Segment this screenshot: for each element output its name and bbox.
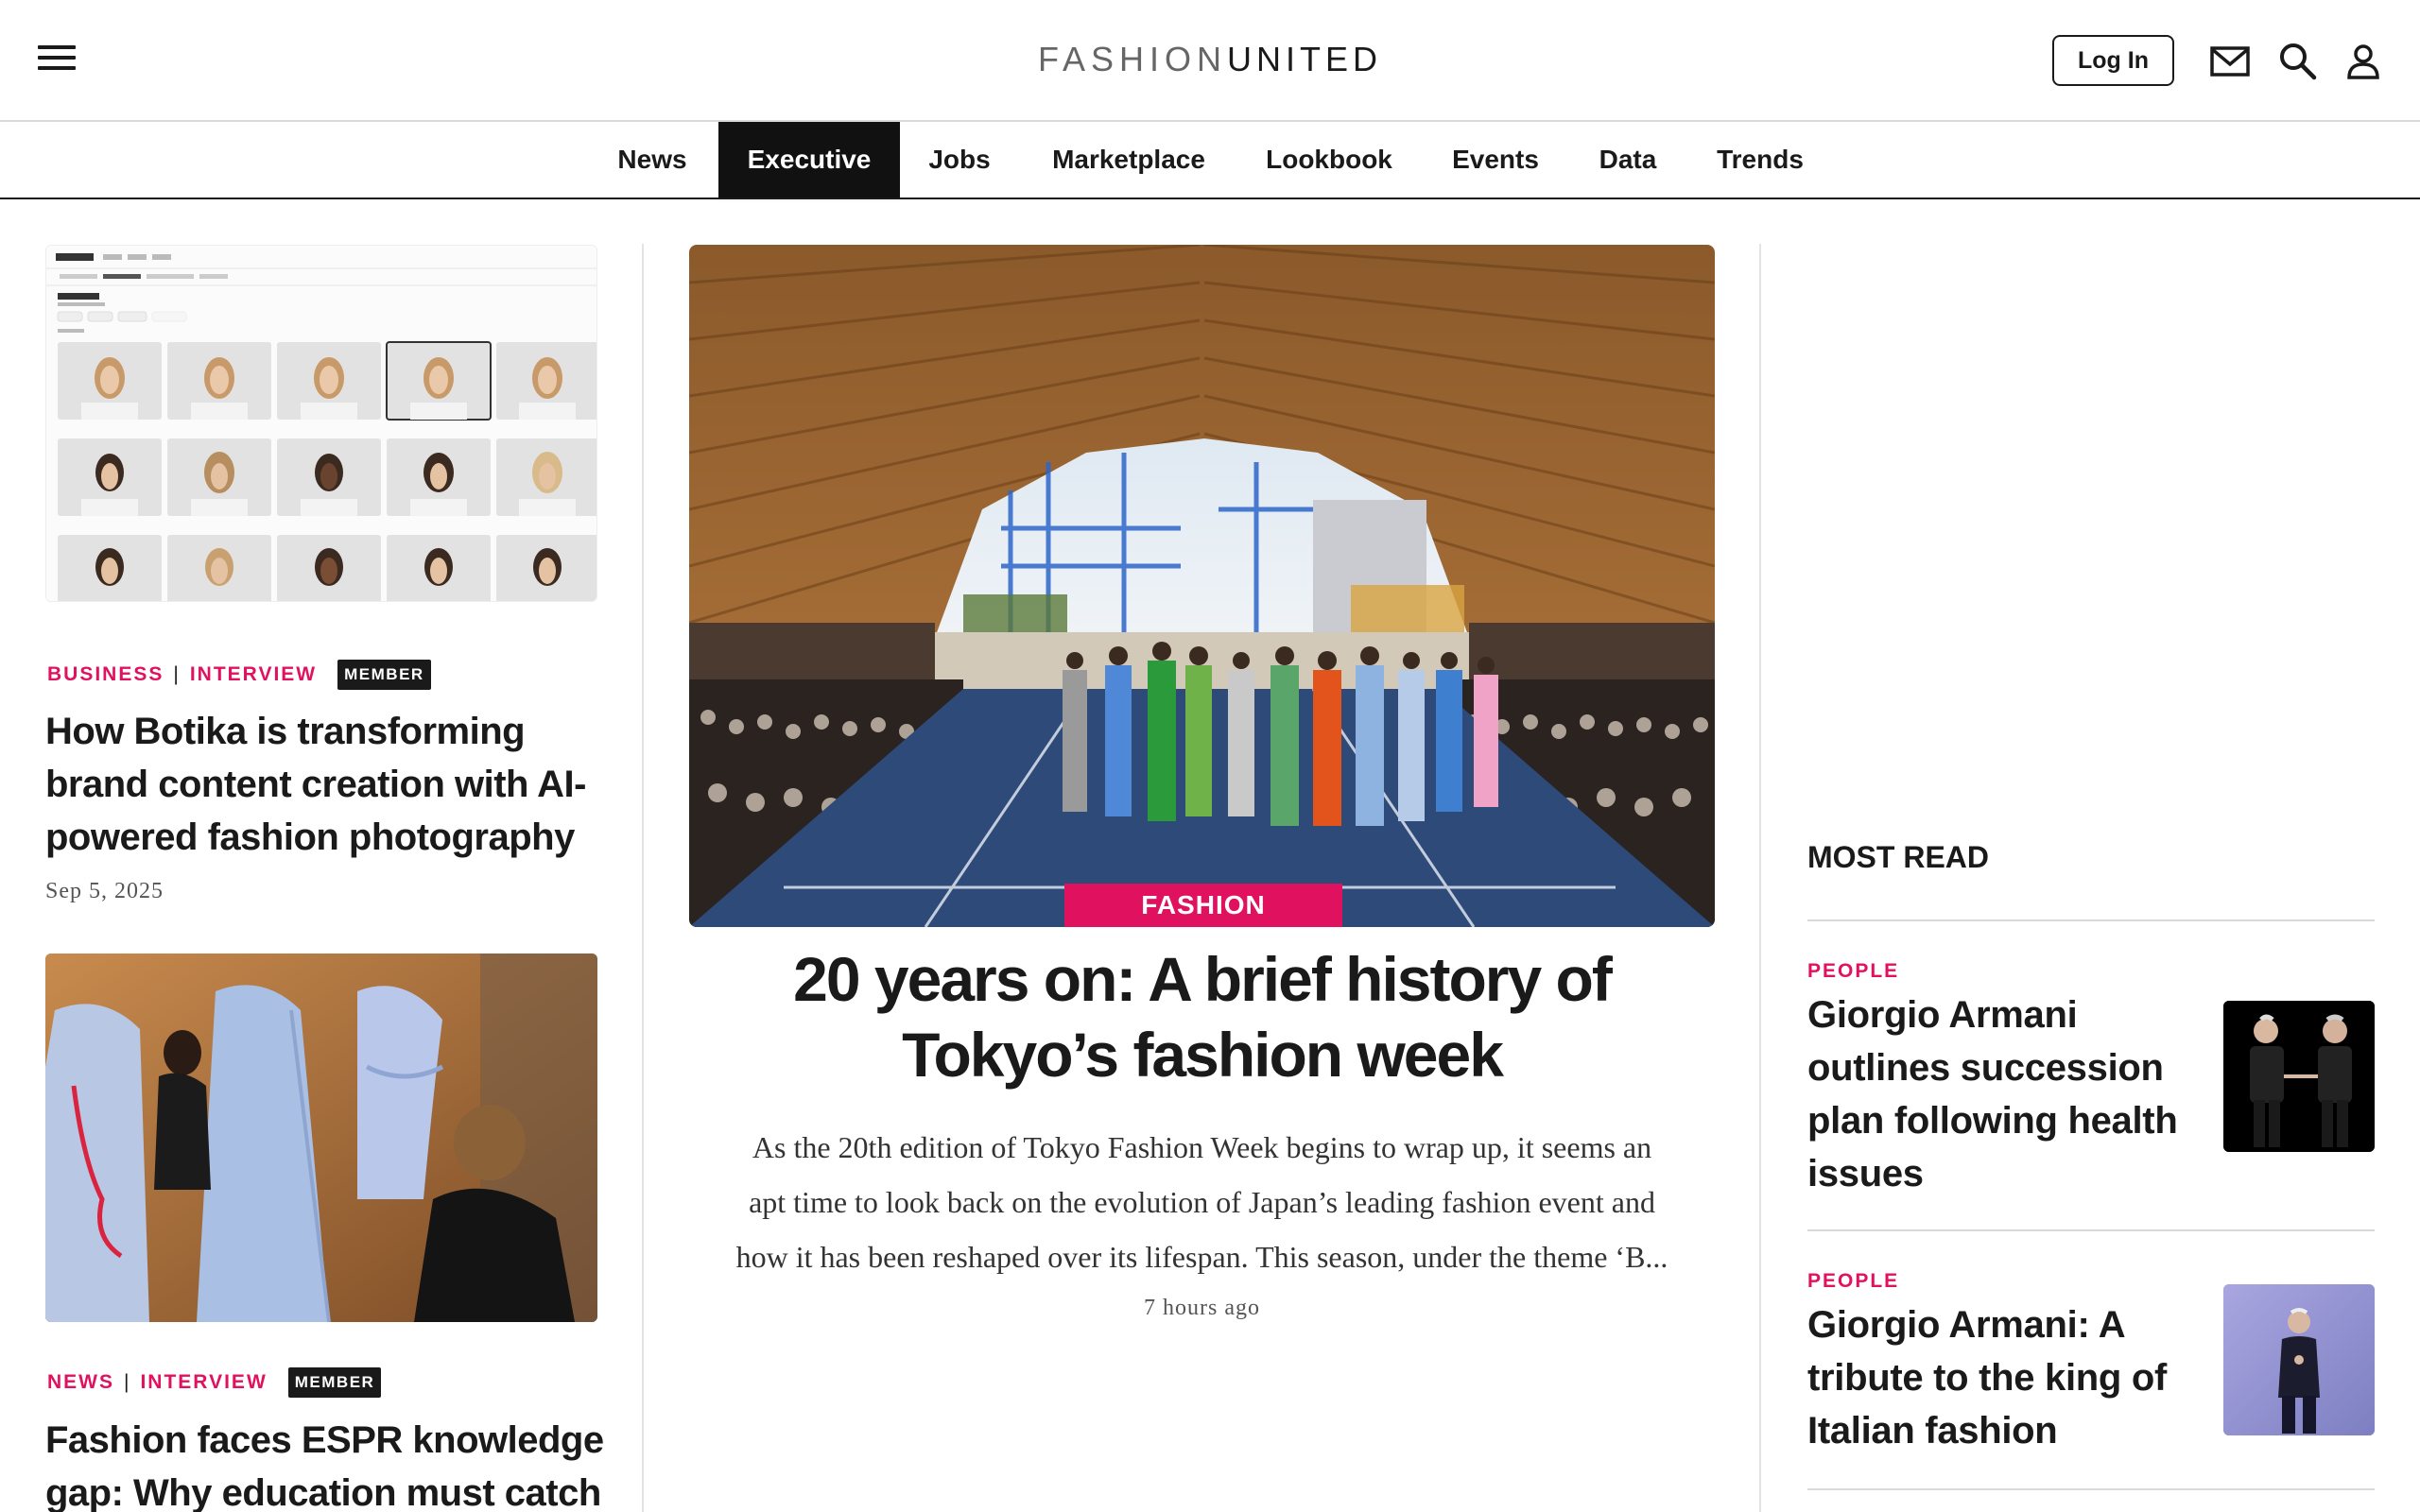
most-read-thumbnail[interactable] bbox=[2223, 1001, 2375, 1152]
title-line: Italian fashion bbox=[1807, 1410, 2058, 1452]
model-grid bbox=[58, 341, 596, 601]
nav-item-trends[interactable]: Trends bbox=[1702, 122, 1819, 198]
featured-article-title[interactable]: 20 years on: A brief history of Tokyo’s … bbox=[689, 941, 1715, 1092]
most-read-title-link[interactable]: Giorgio Armani outlines succession plan … bbox=[1807, 988, 2204, 1200]
logo-light-text: FASHION bbox=[1037, 40, 1228, 78]
nav-item-marketplace[interactable]: Marketplace bbox=[1040, 122, 1218, 198]
tag-separator: | bbox=[173, 663, 181, 685]
divider bbox=[1807, 1488, 2375, 1490]
member-badge: MEMBER bbox=[287, 1367, 382, 1398]
title-line: issues bbox=[1807, 1153, 1924, 1194]
title-line: tribute to the king of bbox=[1807, 1357, 2168, 1399]
site-header: FASHIONUNITED Log In bbox=[0, 0, 2420, 122]
armani-bowing-image bbox=[2223, 1001, 2375, 1152]
nav-item-events[interactable]: Events bbox=[1437, 122, 1554, 198]
category-link[interactable]: BUSINESS bbox=[47, 663, 164, 686]
most-read-category[interactable]: PEOPLE bbox=[1807, 1270, 1899, 1293]
title-line: Tokyo’s fashion week bbox=[902, 1020, 1504, 1090]
divider bbox=[1807, 1229, 2375, 1231]
title-line: powered fashion photography bbox=[45, 816, 575, 858]
search-icon[interactable] bbox=[2276, 40, 2320, 83]
category-link[interactable]: INTERVIEW bbox=[190, 663, 317, 686]
user-account-icon[interactable] bbox=[2342, 40, 2385, 83]
article-date: Sep 5, 2025 bbox=[45, 879, 164, 903]
botika-models-gallery-image bbox=[46, 246, 596, 601]
title-line: 20 years on: A brief history of bbox=[793, 944, 1613, 1014]
article-thumbnail-botika[interactable] bbox=[45, 245, 597, 602]
article-tags: NEWS | INTERVIEW MEMBER bbox=[47, 1367, 382, 1398]
title-line: brand content creation with AI- bbox=[45, 764, 586, 805]
title-line: plan following health bbox=[1807, 1100, 2178, 1142]
nav-item-data[interactable]: Data bbox=[1588, 122, 1668, 198]
featured-article-time: 7 hours ago bbox=[1144, 1296, 1260, 1320]
title-line: Giorgio Armani: A bbox=[1807, 1304, 2126, 1346]
excerpt-line: As the 20th edition of Tokyo Fashion Wee… bbox=[752, 1130, 1652, 1164]
article-tags: BUSINESS | INTERVIEW MEMBER bbox=[47, 660, 431, 690]
nav-item-news[interactable]: News bbox=[605, 122, 700, 198]
divider bbox=[1807, 919, 2375, 921]
excerpt-line: how it has been reshaped over its lifesp… bbox=[735, 1240, 1668, 1274]
most-read-title-link[interactable]: Giorgio Armani: A tribute to the king of… bbox=[1807, 1298, 2204, 1457]
article-title-link[interactable]: Fashion faces ESPR knowledge gap: Why ed… bbox=[45, 1414, 613, 1512]
armani-runway-image bbox=[2223, 1284, 2375, 1435]
title-line: gap: Why education must catch bbox=[45, 1472, 601, 1512]
featured-article-excerpt: As the 20th edition of Tokyo Fashion Wee… bbox=[689, 1120, 1715, 1284]
most-read-heading: MOST READ bbox=[1807, 840, 1989, 874]
nav-item-executive[interactable]: Executive bbox=[718, 122, 900, 198]
title-line: Giorgio Armani bbox=[1807, 994, 2078, 1036]
tag-separator: | bbox=[124, 1371, 131, 1393]
excerpt-line: apt time to look back on the evolution o… bbox=[749, 1185, 1655, 1219]
tokyo-runway-image bbox=[689, 245, 1715, 927]
title-line: How Botika is transforming bbox=[45, 711, 526, 752]
envelope-icon[interactable] bbox=[2208, 40, 2252, 83]
category-link[interactable]: INTERVIEW bbox=[140, 1371, 267, 1394]
featured-article-image[interactable] bbox=[689, 245, 1715, 927]
most-read-thumbnail[interactable] bbox=[2223, 1284, 2375, 1435]
title-line: Fashion faces ESPR knowledge bbox=[45, 1419, 604, 1461]
logo-bold-text: UNITED bbox=[1227, 40, 1383, 78]
title-line: outlines succession bbox=[1807, 1047, 2164, 1089]
article-thumbnail-espr[interactable] bbox=[45, 954, 597, 1322]
column-divider-right bbox=[1759, 244, 1761, 1512]
main-navigation: News Executive Jobs Marketplace Lookbook… bbox=[0, 122, 2420, 199]
column-divider-left bbox=[642, 244, 644, 1512]
article-title-link[interactable]: How Botika is transforming brand content… bbox=[45, 705, 613, 864]
most-read-category[interactable]: PEOPLE bbox=[1807, 960, 1899, 983]
nav-item-jobs[interactable]: Jobs bbox=[915, 122, 1004, 198]
login-button[interactable]: Log In bbox=[2052, 35, 2174, 86]
featured-category-badge[interactable]: FASHION bbox=[1064, 884, 1342, 927]
design-studio-mannequins-image bbox=[45, 954, 597, 1322]
member-badge: MEMBER bbox=[337, 660, 431, 690]
nav-item-lookbook[interactable]: Lookbook bbox=[1257, 122, 1401, 198]
category-link[interactable]: NEWS bbox=[47, 1371, 114, 1394]
